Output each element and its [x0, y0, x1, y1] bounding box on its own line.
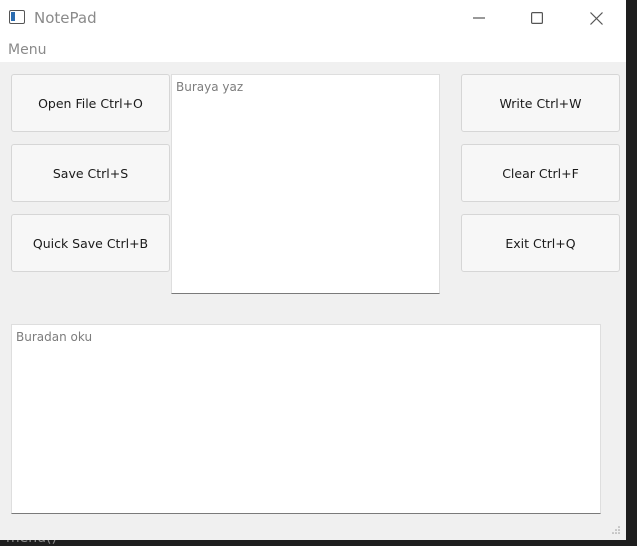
menu-menu[interactable]: Menu — [8, 42, 46, 58]
editor-textarea[interactable] — [171, 74, 440, 294]
maximize-icon — [531, 12, 543, 24]
app-icon — [9, 10, 25, 24]
maximize-button[interactable] — [514, 0, 560, 36]
close-icon — [589, 11, 603, 25]
menu-bar: Menu — [0, 38, 626, 62]
close-button[interactable] — [573, 0, 619, 36]
minimize-button[interactable] — [456, 0, 502, 36]
title-bar[interactable]: NotePad — [0, 0, 626, 38]
notepad-window: NotePad Menu Open File Ctrl+O Save Ctrl+… — [0, 0, 626, 540]
open-file-button[interactable]: Open File Ctrl+O — [11, 74, 170, 132]
window-title: NotePad — [34, 9, 97, 27]
write-button[interactable]: Write Ctrl+W — [461, 74, 620, 132]
save-button[interactable]: Save Ctrl+S — [11, 144, 170, 202]
exit-button[interactable]: Exit Ctrl+Q — [461, 214, 620, 272]
resize-grip-icon[interactable] — [612, 526, 620, 534]
quick-save-button[interactable]: Quick Save Ctrl+B — [11, 214, 170, 272]
clear-button[interactable]: Clear Ctrl+F — [461, 144, 620, 202]
minimize-icon — [473, 17, 485, 19]
reader-textarea[interactable] — [11, 324, 601, 514]
